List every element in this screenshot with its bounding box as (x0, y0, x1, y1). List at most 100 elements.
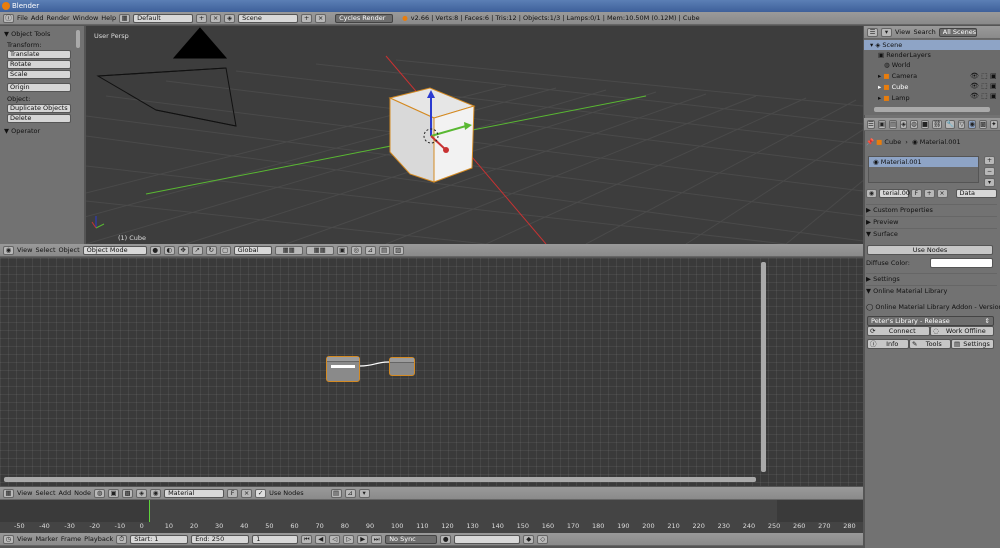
node-material-field[interactable]: Material (164, 488, 225, 498)
menu-help[interactable]: Help (101, 14, 116, 22)
jump-prev-key-icon[interactable]: ◀ (315, 534, 327, 544)
snap-element-icon[interactable]: ▤ (378, 245, 390, 255)
remove-slot-icon[interactable]: − (984, 167, 995, 176)
shader-nodes-icon[interactable]: ◍ (94, 488, 106, 498)
add-layout-icon[interactable]: + (196, 13, 208, 23)
info-tab-button[interactable]: ⓘ Info (867, 339, 909, 349)
preview-range-icon[interactable]: ⏱ (116, 534, 128, 544)
material-browse-icon[interactable]: ◉ (150, 488, 162, 498)
outliner-menu-view[interactable]: View (895, 28, 910, 36)
delete-keyframe-icon[interactable]: ◇ (537, 534, 549, 544)
modifiers-tab-icon[interactable]: 🔧 (945, 119, 956, 129)
screen-layout-icon[interactable]: ▦ (119, 13, 131, 23)
snap-node-icon[interactable]: ⊿ (344, 488, 356, 498)
settings-panel[interactable]: ▶ Settings (866, 273, 997, 284)
operator-panel-title[interactable]: ▼ Operator (4, 127, 80, 135)
node-fake-user-button[interactable]: F (227, 488, 239, 498)
jump-next-key-icon[interactable]: ▶ (357, 534, 369, 544)
material-tab-icon[interactable]: ◉ (968, 119, 976, 129)
layers-grid-2-icon[interactable]: ▦▦ (305, 245, 334, 255)
work-offline-button[interactable]: ◌ Work Offline (930, 326, 994, 336)
delete-scene-icon[interactable]: × (315, 13, 327, 23)
diffuse-color-swatch[interactable] (930, 258, 993, 268)
duplicate-objects-button[interactable]: Duplicate Objects (7, 104, 71, 113)
jump-start-icon[interactable]: ⏮ (301, 534, 313, 544)
material-name-field[interactable]: terial.001 (878, 189, 914, 198)
shading-icon[interactable]: ● (149, 245, 161, 255)
tool-shelf-scrollbar[interactable] (76, 30, 80, 48)
3d-viewport[interactable]: User Persp (1) Cube (86, 26, 863, 244)
orientation-dropdown[interactable]: Global (233, 245, 272, 255)
editor-type-icon[interactable]: ⓘ (3, 13, 14, 23)
backdrop-icon[interactable]: ▤ (330, 488, 342, 498)
material-browse-button-icon[interactable]: ◉ (866, 189, 877, 198)
timeline-editor-type-icon[interactable]: ◷ (3, 534, 14, 544)
viewport-menu-select[interactable]: Select (35, 246, 55, 254)
viewport-menu-object[interactable]: Object (59, 246, 80, 254)
add-scene-icon[interactable]: + (301, 13, 313, 23)
texture-tab-icon[interactable]: ▩ (979, 119, 988, 129)
tools-tab-button[interactable]: ✎ Tools (909, 339, 951, 349)
frame-marker[interactable] (149, 500, 150, 522)
node-menu-node[interactable]: Node (74, 489, 91, 497)
timeline-menu-playback[interactable]: Playback (84, 535, 113, 543)
scene-tab-icon[interactable]: ◈ (900, 119, 908, 129)
viewport-editor-type-icon[interactable]: ◉ (3, 245, 14, 255)
preview-panel[interactable]: ▶ Preview (866, 216, 997, 227)
camera-object[interactable] (96, 27, 237, 127)
scene-icon[interactable]: ◈ (224, 13, 236, 23)
render-engine-dropdown[interactable]: Cycles Render (335, 13, 394, 23)
proportional-edit-icon[interactable]: ◎ (350, 245, 362, 255)
material-link-dropdown[interactable]: Data (955, 189, 998, 198)
play-icon[interactable]: ▷ (343, 534, 355, 544)
insert-keyframe-icon[interactable]: ◆ (523, 534, 535, 544)
timeline-menu-frame[interactable]: Frame (61, 535, 81, 543)
x-gizmo-tip[interactable] (443, 147, 449, 153)
screen-layout-field[interactable]: Default (133, 13, 194, 23)
play-reverse-icon[interactable]: ◁ (329, 534, 341, 544)
outliner-filter-icon[interactable]: ▾ (881, 27, 892, 37)
texture-nodes-icon[interactable]: ▩ (122, 488, 134, 498)
outliner-editor-type-icon[interactable]: ☰ (867, 27, 878, 37)
object-tab-icon[interactable]: ■ (920, 119, 929, 129)
surface-panel[interactable]: ▼ Surface (866, 228, 997, 239)
visibility-icons[interactable]: 👁 ⬚ ▣ 👁 ⬚ ▣ 👁 ⬚ ▣ (970, 71, 997, 101)
scale-button[interactable]: Scale (7, 70, 71, 79)
node-editor-type-icon[interactable]: ▦ (3, 488, 14, 498)
lock-layers-icon[interactable]: ▣ (336, 245, 348, 255)
node-menu-view[interactable]: View (17, 489, 32, 497)
data-tab-icon[interactable]: ▽ (958, 119, 966, 129)
timeline-menu-view[interactable]: View (17, 535, 32, 543)
scale-manipulator-icon[interactable]: ▢ (219, 245, 231, 255)
menu-render[interactable]: Render (46, 14, 69, 22)
material-unlink-icon[interactable]: × (936, 189, 948, 198)
mode-dropdown[interactable]: Object Mode (82, 245, 147, 255)
node-editor[interactable] (0, 258, 863, 486)
use-nodes-checkbox[interactable]: ✓ (255, 488, 267, 498)
tool-shelf-title[interactable]: ▼ Object Tools (4, 30, 80, 38)
node-hscrollbar[interactable] (4, 477, 756, 482)
material-slot-row[interactable]: ◉ Material.001 (869, 157, 978, 167)
timeline-menu-marker[interactable]: Marker (35, 535, 57, 543)
menu-add[interactable]: Add (31, 14, 44, 22)
rotate-manipulator-icon[interactable]: ↻ (205, 245, 217, 255)
jump-end-icon[interactable]: ⏭ (371, 534, 383, 544)
use-nodes-button[interactable]: Use Nodes (867, 245, 993, 255)
material-fake-user-button[interactable]: F (910, 189, 922, 198)
render-icon[interactable]: ▨ (392, 245, 404, 255)
node-unlink-icon[interactable]: × (241, 488, 253, 498)
online-library-panel[interactable]: ▼ Online Material Library (866, 285, 997, 296)
object-nodes-icon[interactable]: ◈ (136, 488, 148, 498)
outliner-scrollbar[interactable] (874, 107, 990, 112)
outliner-menu-search[interactable]: Search (913, 28, 935, 36)
compositing-nodes-icon[interactable]: ▣ (108, 488, 120, 498)
add-slot-icon[interactable]: + (984, 156, 995, 165)
pivot-icon[interactable]: ◐ (163, 245, 175, 255)
outliner-row-world[interactable]: ◍ World (864, 60, 1000, 70)
record-icon[interactable]: ● (440, 534, 452, 544)
slot-menu-icon[interactable]: ▾ (984, 178, 995, 187)
sync-dropdown[interactable]: No Sync (385, 534, 438, 544)
timeline[interactable] (0, 500, 863, 533)
layers-grid-icon[interactable]: ▦▦ (274, 245, 303, 255)
world-tab-icon[interactable]: ◍ (910, 119, 918, 129)
